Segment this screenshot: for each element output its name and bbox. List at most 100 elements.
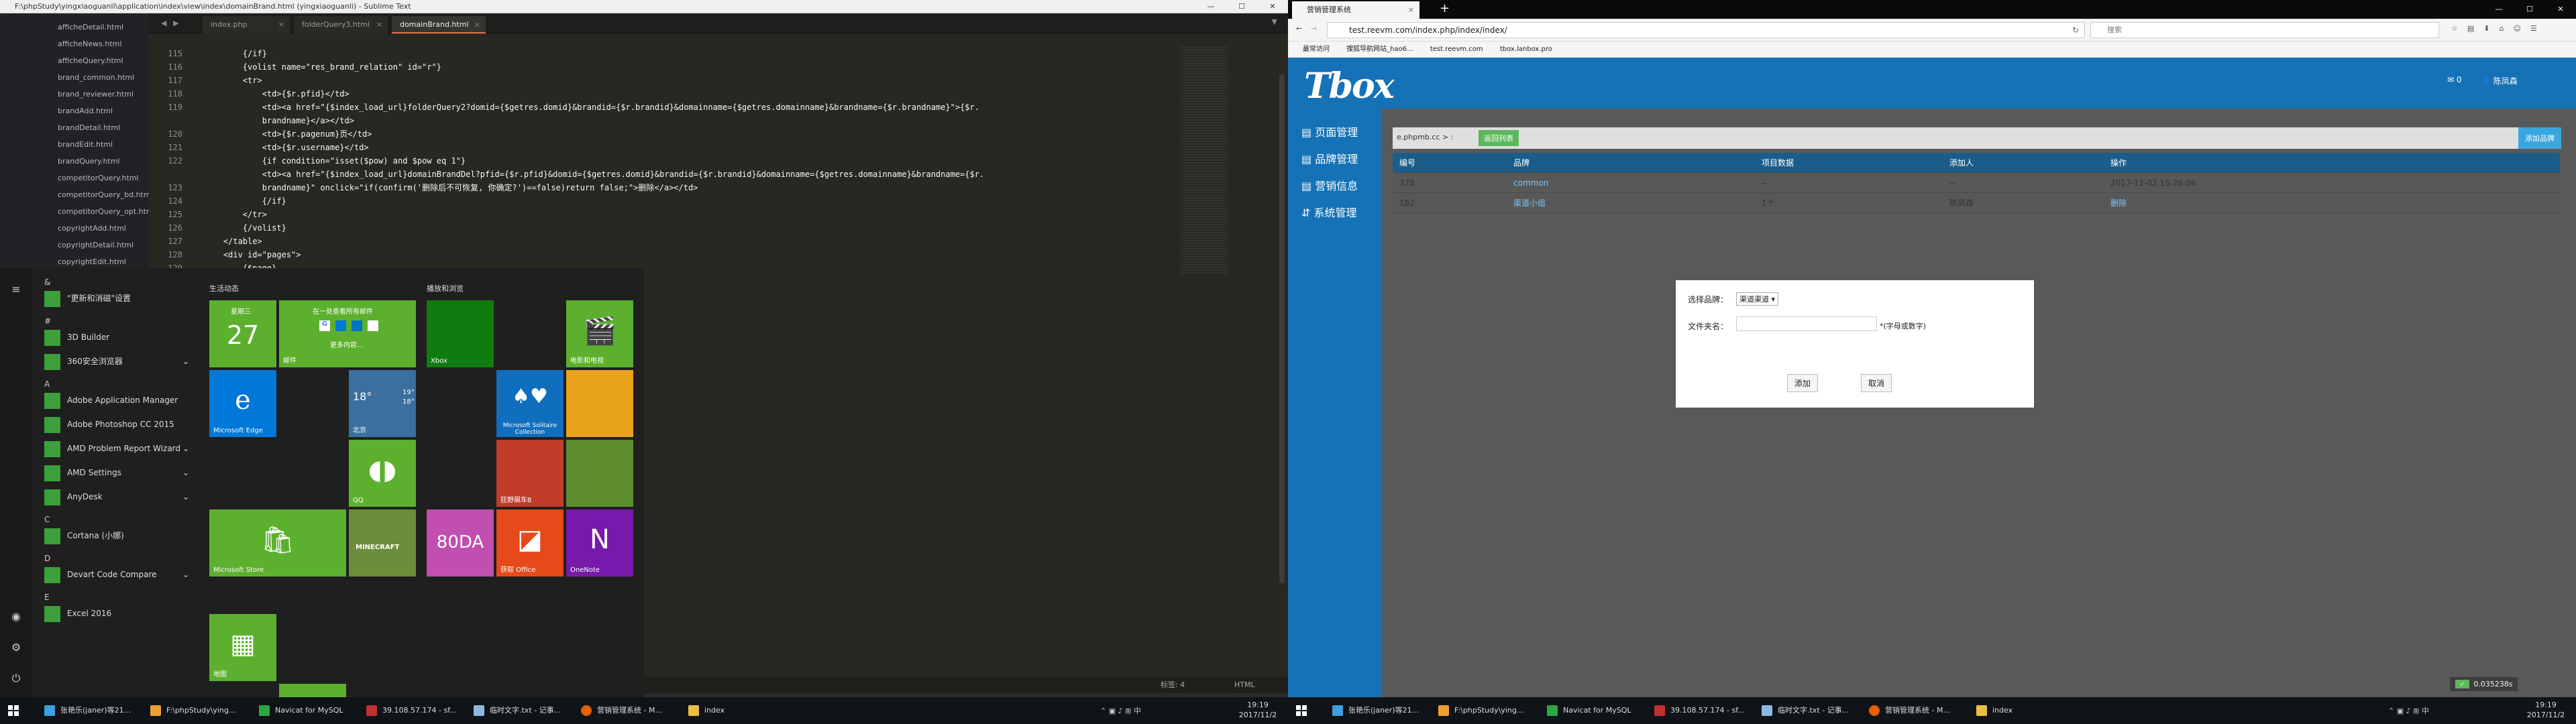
tile-maps[interactable]: ▦ 地图 [209,614,276,681]
start-app-item[interactable]: AMD Problem Report Wizard ⌄ [44,438,205,459]
tile-xbox[interactable]: Xbox [427,300,494,367]
expand-chevron-icon[interactable]: ⌄ [182,463,189,483]
section-letter[interactable]: E [44,593,50,602]
tile-calendar[interactable]: 星期三 27 [209,300,276,367]
windows-start-icon[interactable] [1296,705,1307,716]
tile-office[interactable]: ◪ 获取 Office [496,509,564,577]
minimize-icon[interactable]: — [2483,0,2514,19]
code-line[interactable]: {/volist} [204,221,984,235]
code-line[interactable]: {/if} [204,47,984,60]
sidebar-file[interactable]: brand_common.html [58,69,149,86]
minimize-icon[interactable]: — [1195,0,1226,13]
close-icon[interactable]: ✕ [1257,0,1288,13]
taskbar-item-navicat[interactable]: Navicat for MySQL [1543,700,1631,721]
tray-icons[interactable]: ⌃ ▣ ♪ ⊞ 中 [2388,705,2429,716]
taskbar-item-sublime[interactable]: F:\phpStudy\ying... [146,700,235,721]
tile-mail[interactable]: 在一处查看所有邮件 G 更多内容... 邮件 [279,300,416,367]
taskbar-item-chat[interactable]: 张艳乐(janer)等21... [40,700,131,721]
hamburger-icon[interactable]: ≡ [0,283,32,296]
tab-folderquery3[interactable]: folderQuery3.html × [294,16,388,34]
taskbar-item-ssh[interactable]: 39.108.57.174 - sf... [1650,700,1745,721]
code-line[interactable]: <tr> [204,74,984,87]
nav-page-manage[interactable]: ▤ 页面管理 [1301,125,1358,141]
tile-weather[interactable]: 18° 19° 18° 北京 [349,370,416,437]
tile-store[interactable]: 🛍 Microsoft Store [209,509,346,577]
close-tab-icon[interactable]: × [1408,1,1414,19]
taskbar-item-ssh[interactable]: 39.108.57.174 - sf... [362,700,457,721]
tab-size-status[interactable]: 标签: 4 [1161,677,1185,693]
tile-racing[interactable]: 狂野飙车8 [496,440,564,507]
toolbar-icons[interactable]: ☆▤⬇⌂☺☰ [2451,24,2546,33]
taskbar-item-notepad[interactable]: 临时文字.txt - 记事... [470,700,561,721]
code-line[interactable]: brandname}" onclick="if(confirm('删除后不可恢复… [204,181,984,194]
taskbar-item-firefox[interactable]: 营销管理系统 - M... [1865,700,1950,721]
tile-onenote[interactable]: N OneNote [566,509,633,577]
code-line[interactable]: <td>{$r.pagenum}页</td> [204,127,984,141]
windows-start-icon[interactable] [8,705,19,716]
tile-solitaire[interactable]: ♠♥ Microsoft Solitaire Collection [496,370,564,437]
clock[interactable]: 19:19 2017/11/2 [1234,700,1281,720]
taskbar-item-navicat[interactable]: Navicat for MySQL [255,700,343,721]
tray-icons[interactable]: ⌃ ▣ ♪ ⊞ 中 [1100,705,1141,716]
close-icon[interactable]: ✕ [2545,0,2576,19]
section-letter[interactable]: D [44,554,50,563]
sidebar-file[interactable]: afficheNews.html [58,36,149,52]
nav-marketing-info[interactable]: ▤ 营销信息 [1301,178,1358,194]
start-app-item[interactable]: AMD Settings ⌄ [44,463,205,483]
table-cell[interactable]: 渠道小组 [1513,193,1546,213]
bookmark-item[interactable]: 搜狐导航网站_hao6... [1346,46,1413,53]
close-tab-icon[interactable]: × [278,16,284,34]
nav-brand-manage[interactable]: ▤ 品牌管理 [1301,152,1358,168]
bookmark-item[interactable]: tbox.lanbox.pro [1500,46,1552,53]
section-letter[interactable]: & [44,278,50,287]
minimap[interactable] [1181,47,1228,275]
code-line[interactable]: <td><a href="{$index_load_url}domainBran… [204,168,984,181]
cancel-button[interactable]: 取消 [1861,374,1892,392]
sidebar-file[interactable]: afficheDetail.html [58,19,149,36]
new-tab-icon[interactable]: + [1440,1,1450,15]
code-line[interactable]: <div id="pages"> [204,248,984,261]
section-letter[interactable]: A [44,379,50,389]
tile-minecraft[interactable]: MINECRAFT [349,509,416,577]
taskbar-item-sublime[interactable]: F:\phpStudy\ying... [1434,700,1523,721]
code-line[interactable]: {/if} [204,194,984,208]
brand-select[interactable]: 渠道渠道 ▾ [1736,292,1779,306]
sidebar-file[interactable]: copyrightAdd.html [58,220,149,237]
url-bar[interactable]: test.reevm.com/index.php/index/index/↻ [1327,22,2085,38]
table-row[interactable]: 378 common -- -- 2017-11-02 15:26:06 [1393,173,2560,193]
start-app-item[interactable]: Adobe Photoshop CC 2015 [44,414,205,434]
bookmark-item[interactable]: 最常访问 [1303,46,1330,53]
taskbar-item-notepad[interactable]: 临时文字.txt - 记事... [1758,700,1849,721]
search-input[interactable]: 搜索 [2090,22,2439,38]
code-line[interactable]: </tr> [204,208,984,221]
tile-films-tv[interactable]: 🎬 电影和电视 [566,300,633,367]
folder-name-input[interactable] [1736,316,1877,331]
sidebar-file[interactable]: brand_reviewer.html [58,86,149,103]
expand-chevron-icon[interactable]: ⌄ [182,564,189,585]
start-app-item[interactable]: AnyDesk ⌄ [44,487,205,507]
table-cell[interactable]: common [1513,173,1548,193]
start-app-item[interactable]: 3D Builder [44,327,205,347]
start-app-item[interactable]: Adobe Application Manager [44,390,205,410]
sidebar-file[interactable]: brandEdit.html [58,136,149,153]
sidebar-file[interactable]: brandQuery.html [58,153,149,170]
nav-system-manage[interactable]: ⇵ 系统管理 [1301,205,1357,221]
tab-domainbrand[interactable]: domainBrand.html × [392,16,486,34]
taskbar-item-chat[interactable]: 张艳乐(janer)等21... [1328,700,1419,721]
tab-dropdown-icon[interactable]: ▼ [1272,17,1277,26]
back-to-list-button[interactable]: 返回列表 [1479,130,1519,146]
add-brand-button[interactable]: 添加品牌 [2518,127,2561,149]
section-letter[interactable]: C [44,515,50,524]
bookmark-item[interactable]: test.reevm.com [1430,46,1483,53]
start-app-item[interactable]: Cortana (小娜) [44,526,205,546]
syntax-status[interactable]: HTML [1234,677,1255,693]
start-app-item[interactable]: "更新和消磁"设置 [44,288,205,308]
close-tab-icon[interactable]: × [376,16,382,34]
reload-icon[interactable]: ↻ [2072,23,2079,38]
user-icon[interactable]: ◉ [0,610,32,623]
start-app-item[interactable]: Excel 2016 [44,603,205,623]
taskbar-item-folder[interactable]: index [1972,700,2012,721]
sidebar-file[interactable]: brandAdd.html [58,103,149,119]
expand-chevron-icon[interactable]: ⌄ [182,351,189,371]
table-row[interactable]: 182 渠道小组 1个 陈凤森 删除 [1393,193,2560,213]
